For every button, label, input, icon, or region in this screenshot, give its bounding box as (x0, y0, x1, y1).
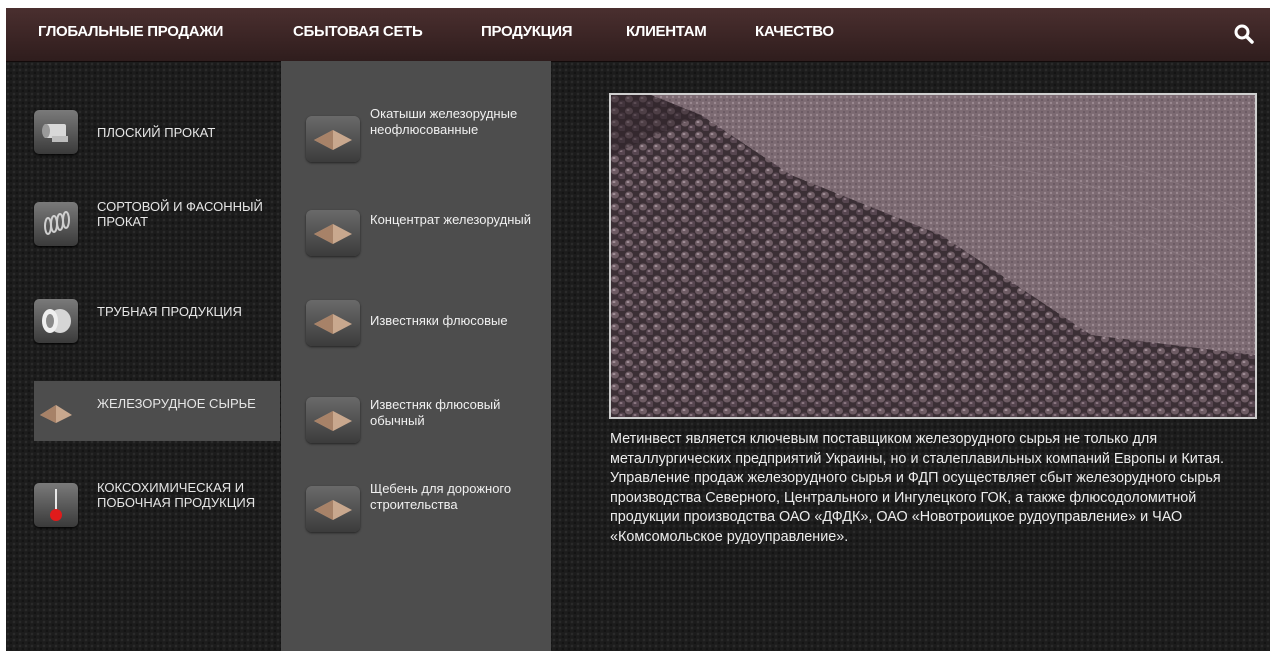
nav-clients[interactable]: КЛИЕНТАМ (626, 23, 707, 40)
iron-ore-icon (306, 397, 360, 443)
iron-ore-icon (306, 210, 360, 256)
search-icon[interactable] (1232, 22, 1256, 46)
subcategory-flux-limestone-ordinary[interactable]: Известняк флюсовый обычный (281, 389, 551, 449)
subcategory-concentrate[interactable]: Концентрат железорудный (281, 202, 551, 262)
iron-ore-icon (306, 300, 360, 346)
flat-steel-icon (34, 110, 78, 154)
subcategory-label: Щебень для дорожного строительства (370, 481, 512, 512)
product-description: Метинвест является ключевым поставщиком … (610, 431, 1224, 545)
subcategory-label: Известняки флюсовые (370, 313, 508, 328)
subcategory-label: Известняк флюсовый обычный (370, 397, 501, 428)
product-photo (609, 93, 1257, 419)
coke-chemical-icon (34, 483, 78, 527)
category-label: ТРУБНАЯ ПРОДУКЦИЯ (97, 304, 242, 319)
category-label: ПЛОСКИЙ ПРОКАТ (97, 125, 216, 140)
iron-ore-icon (306, 486, 360, 532)
subcategory-label: Концентрат железорудный (370, 212, 531, 227)
subcategory-pellets[interactable]: Окатыши железорудные неофлюсованные (281, 106, 551, 168)
page-frame: ГЛОБАЛЬНЫЕ ПРОДАЖИ СБЫТОВАЯ СЕТЬ ПРОДУКЦ… (6, 8, 1270, 651)
subcategory-flux-limestone[interactable]: Известняки флюсовые (281, 292, 551, 352)
nav-products[interactable]: ПРОДУКЦИЯ (481, 23, 573, 40)
nav-sales-network[interactable]: СБЫТОВАЯ СЕТЬ (293, 23, 423, 40)
iron-ore-icon (306, 116, 360, 162)
subcategory-label: Окатыши железорудные неофлюсованные (370, 106, 518, 137)
category-label: ЖЕЛЕЗОРУДНОЕ СЫРЬЕ (97, 396, 256, 411)
coil-steel-icon (34, 202, 78, 246)
top-navigation: ГЛОБАЛЬНЫЕ ПРОДАЖИ СБЫТОВАЯ СЕТЬ ПРОДУКЦ… (6, 8, 1270, 62)
category-coke-chemical[interactable]: КОКСОХИМИЧЕСКАЯ И ПОБОЧНАЯ ПРОДУКЦИЯ (6, 475, 280, 535)
pipe-icon (34, 299, 78, 343)
category-flat-steel[interactable]: ПЛОСКИЙ ПРОКАТ (6, 102, 280, 162)
nav-quality[interactable]: КАЧЕСТВО (755, 23, 834, 40)
category-pipes[interactable]: ТРУБНАЯ ПРОДУКЦИЯ (6, 291, 280, 351)
category-iron-ore[interactable]: ЖЕЛЕЗОРУДНОЕ СЫРЬЕ (34, 381, 280, 441)
subcategory-road-gravel[interactable]: Щебень для дорожного строительства (281, 478, 551, 538)
category-label: КОКСОХИМИЧЕСКАЯ И ПОБОЧНАЯ ПРОДУКЦИЯ (97, 480, 256, 510)
category-label: СОРТОВОЙ И ФАСОННЫЙ ПРОКАТ (97, 199, 263, 229)
nav-global-sales[interactable]: ГЛОБАЛЬНЫЕ ПРОДАЖИ (38, 23, 223, 40)
subcategory-panel: Окатыши железорудные неофлюсованные Конц… (281, 61, 551, 651)
iron-ore-icon (34, 389, 78, 433)
category-section-steel[interactable]: СОРТОВОЙ И ФАСОННЫЙ ПРОКАТ (6, 194, 280, 254)
